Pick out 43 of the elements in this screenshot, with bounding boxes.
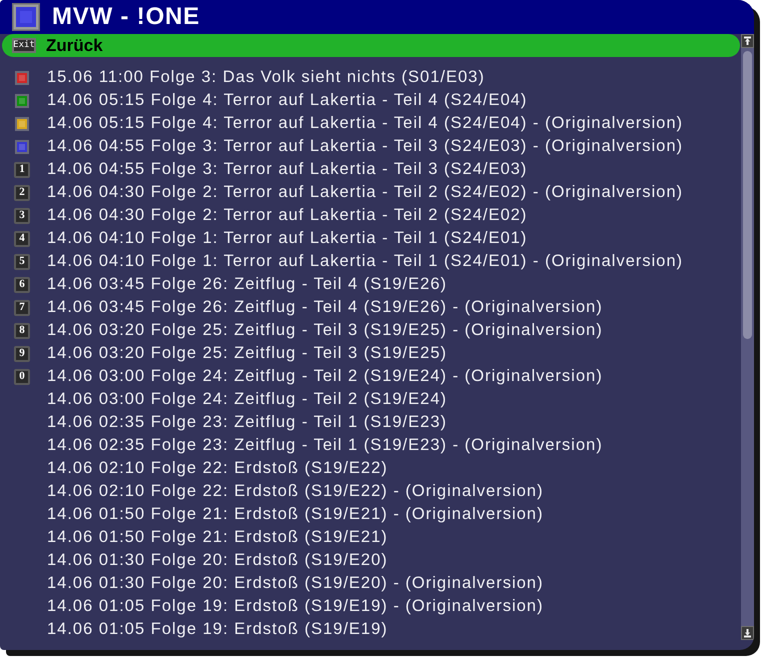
recording-title[interactable]: 14.06 02:35 Folge 23: Zeitflug - Teil 1 (S19/E23) - (Originalversion) [47,434,603,457]
recording-title[interactable]: 14.06 03:45 Folge 26: Zeitflug - Teil 4 (S19/E26) [47,273,447,296]
recording-title[interactable]: 14.06 04:30 Folge 2: Terror auf Lakertia - Teil 2 (S24/E02) [47,204,528,227]
recording-title[interactable]: 14.06 03:00 Folge 24: Zeitflug - Teil 2 (S19/E24) [47,388,447,411]
recording-title[interactable]: 14.06 03:20 Folge 25: Zeitflug - Teil 3 (S19/E25) [47,342,447,365]
recording-title[interactable]: 14.06 04:55 Folge 3: Terror auf Lakertia - Teil 3 (S24/E03) - (Originalversion) [47,135,684,158]
number-key: 1 [14,162,30,178]
recording-title[interactable]: 14.06 04:10 Folge 1: Terror auf Lakertia - Teil 1 (S24/E01) - (Originalversion) [47,250,684,273]
scroll-down-icon[interactable] [741,626,754,640]
number-key: 4 [14,230,30,246]
recording-title[interactable]: 14.06 05:15 Folge 4: Terror auf Lakertia - Teil 4 (S24/E04) - (Originalversion) [47,112,684,135]
recording-title[interactable]: 14.06 02:10 Folge 22: Erdstoß (S19/E22) [47,457,388,480]
exit-key: Exit [12,38,36,53]
recording-title[interactable]: 14.06 03:00 Folge 24: Zeitflug - Teil 2 (S19/E24) - (Originalversion) [47,365,603,388]
recording-title[interactable]: 15.06 11:00 Folge 3: Das Volk sieht nichts (S01/E03) [47,66,485,89]
number-key: 2 [14,184,30,200]
recording-title[interactable]: 14.06 01:05 Folge 19: Erdstoß (S19/E19) - (Originalversion) [47,595,544,618]
number-key: 3 [14,208,30,224]
recording-title[interactable]: 14.06 04:30 Folge 2: Terror auf Lakertia - Teil 2 (S24/E02) - (Originalversion) [47,181,684,204]
scrollbar-thumb[interactable] [743,51,752,339]
scroll-up-icon[interactable] [741,34,754,48]
number-key: 9 [14,346,30,362]
number-key: 5 [14,254,30,270]
recording-title[interactable]: 14.06 02:10 Folge 22: Erdstoß (S19/E22) - (Originalversion) [47,480,544,503]
recording-title[interactable]: 14.06 01:05 Folge 19: Erdstoß (S19/E19) [47,618,388,641]
recording-title[interactable]: 14.06 02:35 Folge 23: Zeitflug - Teil 1 (S19/E23) [47,411,447,434]
recording-title[interactable]: 14.06 03:45 Folge 26: Zeitflug - Teil 4 (S19/E26) - (Originalversion) [47,296,603,319]
recording-title[interactable]: 14.06 04:55 Folge 3: Terror auf Lakertia - Teil 3 (S24/E03) [47,158,528,181]
recording-title[interactable]: 14.06 01:30 Folge 20: Erdstoß (S19/E20) [47,549,388,572]
back-bar[interactable]: Exit Zurück [2,34,740,57]
number-key: 6 [14,276,30,292]
recording-title[interactable]: 14.06 05:15 Folge 4: Terror auf Lakertia - Teil 4 (S24/E04) [47,89,528,112]
number-key: 0 [14,368,30,384]
number-key: 8 [14,322,30,338]
recording-title[interactable]: 14.06 03:20 Folge 25: Zeitflug - Teil 3 (S19/E25) - (Originalversion) [47,319,603,342]
window-title: MVW - !ONE [52,3,200,31]
recording-title[interactable]: 14.06 01:30 Folge 20: Erdstoß (S19/E20) - (Originalversion) [47,572,544,595]
back-label: Zurück [46,36,103,56]
number-key: 7 [14,300,30,316]
app-logo-icon [12,3,40,31]
recording-title[interactable]: 14.06 04:10 Folge 1: Terror auf Lakertia - Teil 1 (S24/E01) [47,227,528,250]
recording-title[interactable]: 14.06 01:50 Folge 21: Erdstoß (S19/E21) [47,526,388,549]
recording-title[interactable]: 14.06 01:50 Folge 21: Erdstoß (S19/E21) - (Originalversion) [47,503,544,526]
